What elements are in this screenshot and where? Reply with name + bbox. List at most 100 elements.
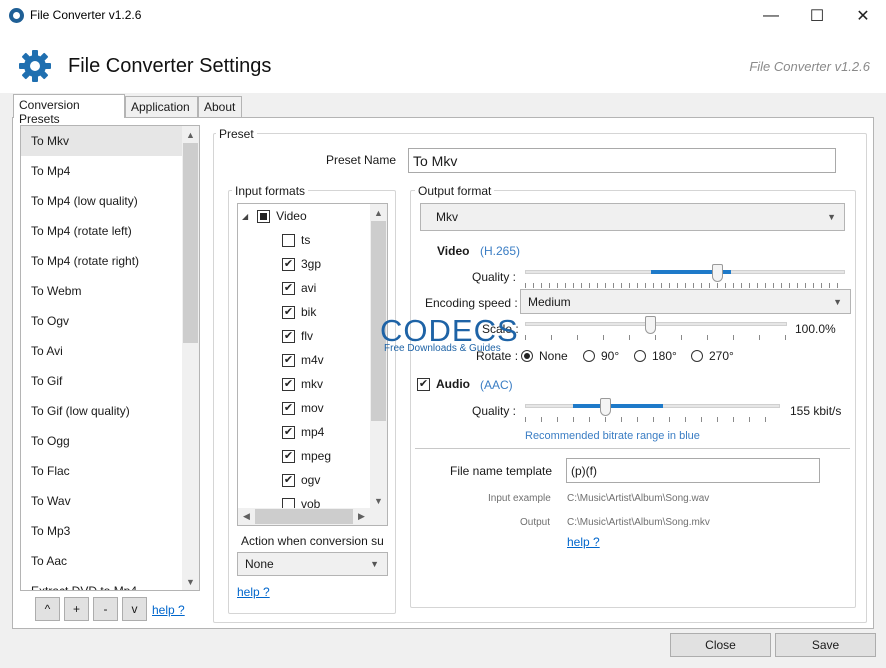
list-item[interactable]: To Ogv — [21, 306, 199, 336]
format-label: avi — [301, 281, 317, 295]
list-item[interactable]: To Mkv — [21, 126, 199, 156]
close-button[interactable]: Close — [670, 633, 771, 657]
video-quality-thumb[interactable] — [712, 264, 723, 282]
scale-slider[interactable] — [525, 316, 787, 342]
list-item[interactable]: To Mp4 (low quality) — [21, 186, 199, 216]
scroll-thumb[interactable] — [183, 143, 198, 343]
format-checkbox[interactable] — [282, 329, 295, 343]
preset-list-scrollbar[interactable]: ▲ ▼ — [182, 126, 199, 590]
tab-application[interactable]: Application — [125, 96, 198, 117]
format-item[interactable]: flv — [282, 324, 313, 348]
filename-template-input[interactable]: (p)(f) — [566, 458, 820, 483]
audio-quality-thumb[interactable] — [600, 398, 611, 416]
video-codec: (H.265) — [480, 244, 521, 258]
format-item[interactable]: ogv — [282, 468, 320, 492]
formats-vscrollbar[interactable]: ▲ ▼ — [370, 204, 387, 509]
radio-270[interactable] — [691, 350, 703, 362]
list-item[interactable]: To Mp4 (rotate left) — [21, 216, 199, 246]
format-checkbox[interactable] — [282, 425, 295, 439]
list-item[interactable]: To Gif — [21, 366, 199, 396]
formats-hscrollbar[interactable]: ◀ ▶ — [238, 508, 387, 525]
output-help-link[interactable]: help ? — [567, 535, 600, 549]
format-checkbox[interactable] — [282, 305, 295, 319]
formats-scroll-left-icon[interactable]: ◀ — [238, 508, 255, 525]
tab-conversion-presets[interactable]: Conversion Presets — [13, 94, 125, 126]
format-checkbox[interactable] — [282, 377, 295, 391]
format-item[interactable]: avi — [282, 276, 316, 300]
version-label: File Converter v1.2.6 — [749, 59, 870, 74]
audio-toggle[interactable]: Audio — [417, 377, 470, 391]
remove-preset-button[interactable]: - — [93, 597, 118, 621]
preset-name-input[interactable]: To Mkv — [408, 148, 836, 173]
scale-ticks — [525, 335, 787, 340]
move-down-button[interactable]: v — [122, 597, 147, 621]
list-item[interactable]: To Avi — [21, 336, 199, 366]
video-quality-ticks — [525, 283, 845, 288]
action-select[interactable]: None ▼ — [237, 552, 388, 576]
list-item[interactable]: To Aac — [21, 546, 199, 576]
format-checkbox[interactable] — [282, 281, 295, 295]
format-item[interactable]: ts — [282, 228, 310, 252]
audio-checkbox[interactable] — [417, 377, 430, 391]
format-checkbox[interactable] — [282, 233, 295, 247]
format-checkbox[interactable] — [282, 257, 295, 271]
formats-scroll-right-icon[interactable]: ▶ — [353, 508, 370, 525]
format-checkbox[interactable] — [282, 473, 295, 487]
encoding-speed-select[interactable]: Medium ▼ — [520, 289, 851, 314]
scale-value: 100.0% — [795, 322, 836, 336]
tab-about[interactable]: About — [198, 96, 242, 117]
rotate-option-90[interactable]: 90° — [583, 349, 619, 363]
list-item[interactable]: To Flac — [21, 456, 199, 486]
move-up-button[interactable]: ^ — [35, 597, 60, 621]
input-formats-label: Input formats — [232, 184, 309, 198]
rotate-option-270[interactable]: 270° — [691, 349, 734, 363]
tree-root-video[interactable]: ◢ Video — [242, 204, 307, 228]
video-checkbox[interactable] — [257, 209, 271, 223]
format-item[interactable]: bik — [282, 300, 316, 324]
close-window-button[interactable]: ✕ — [840, 0, 886, 31]
formats-scroll-down-icon[interactable]: ▼ — [370, 492, 387, 509]
expand-arrow-icon[interactable]: ◢ — [242, 212, 248, 221]
list-item[interactable]: To Mp4 — [21, 156, 199, 186]
format-checkbox[interactable] — [282, 449, 295, 463]
format-label: mp4 — [301, 425, 325, 439]
formats-help-link[interactable]: help ? — [237, 585, 270, 599]
list-item[interactable]: To Wav — [21, 486, 199, 516]
list-item[interactable]: To Ogg — [21, 426, 199, 456]
scroll-up-icon[interactable]: ▲ — [182, 126, 199, 143]
input-formats-tree[interactable]: ◢ Video ts 3gp avi bik flv m4v mkv mov mp4 mpeg og… — [237, 203, 388, 526]
audio-quality-slider[interactable] — [525, 398, 780, 424]
format-item[interactable]: 3gp — [282, 252, 321, 276]
list-item[interactable]: To Mp3 — [21, 516, 199, 546]
radio-90[interactable] — [583, 350, 595, 362]
format-item[interactable]: mpeg — [282, 444, 331, 468]
radio-180[interactable] — [634, 350, 646, 362]
minimize-button[interactable]: — — [748, 0, 794, 31]
list-item[interactable]: To Webm — [21, 276, 199, 306]
preset-list[interactable]: To Mkv To Mp4 To Mp4 (low quality) To Mp4 (… — [20, 125, 200, 591]
maximize-button[interactable]: ☐ — [794, 0, 840, 31]
presets-help-link[interactable]: help ? — [152, 603, 185, 617]
output-format-select[interactable]: Mkv ▼ — [420, 203, 845, 231]
output-format-value: Mkv — [436, 210, 458, 224]
rotate-option-none[interactable]: None — [521, 349, 568, 363]
list-item[interactable]: Extract DVD to Mp4 — [21, 576, 199, 590]
format-item[interactable]: m4v — [282, 348, 324, 372]
save-button[interactable]: Save — [775, 633, 876, 657]
format-checkbox[interactable] — [282, 401, 295, 415]
video-quality-slider[interactable] — [525, 264, 845, 290]
list-item[interactable]: To Gif (low quality) — [21, 396, 199, 426]
format-item[interactable]: mov — [282, 396, 324, 420]
format-checkbox[interactable] — [282, 353, 295, 367]
scale-thumb[interactable] — [645, 316, 656, 334]
scroll-down-icon[interactable]: ▼ — [182, 573, 199, 590]
radio-none[interactable] — [521, 350, 533, 362]
add-preset-button[interactable]: + — [64, 597, 89, 621]
format-item[interactable]: mp4 — [282, 420, 324, 444]
input-example-label: Input example — [488, 493, 551, 504]
formats-scroll-up-icon[interactable]: ▲ — [370, 204, 387, 221]
list-item[interactable]: To Mp4 (rotate right) — [21, 246, 199, 276]
formats-hscroll-thumb[interactable] — [255, 509, 353, 524]
format-item[interactable]: mkv — [282, 372, 323, 396]
rotate-option-180[interactable]: 180° — [634, 349, 677, 363]
